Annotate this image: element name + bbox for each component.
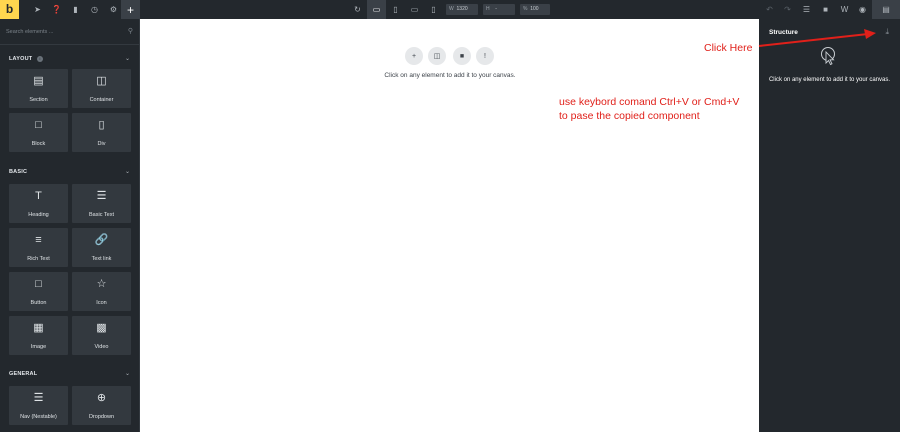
button-icon: □: [35, 278, 42, 290]
link-icon: 🔗: [94, 234, 109, 246]
undo-icon[interactable]: ↶: [760, 0, 779, 19]
canvas-hint: Click on any element to add it to your c…: [384, 72, 516, 79]
zoom-field[interactable]: % 100: [520, 4, 550, 15]
pages-icon[interactable]: ▮: [66, 0, 85, 19]
refresh-icon[interactable]: ↻: [348, 0, 367, 19]
height-value: -: [495, 6, 497, 12]
container-icon: ◫: [96, 75, 107, 87]
width-value: 1320: [456, 6, 468, 12]
mobile-landscape-icon[interactable]: ▭: [405, 0, 424, 19]
element-heading[interactable]: T Heading: [9, 184, 68, 223]
info-icon[interactable]: i: [37, 56, 43, 62]
redo-icon[interactable]: ↷: [778, 0, 797, 19]
element-text-link[interactable]: 🔗 Text link: [72, 228, 131, 267]
element-search: ⚲: [0, 19, 140, 45]
menu-icon[interactable]: ☰: [797, 0, 816, 19]
top-toolbar: b ➤ ❓ ▮ ◷ ⚙ + ↻ ▭ ▯ ▭ ▯ W 1320 H - % 100…: [0, 0, 900, 19]
div-icon: ▯: [98, 119, 105, 131]
mobile-portrait-icon[interactable]: ▯: [424, 0, 443, 19]
paste-instruction-annotation: use keybord comand Ctrl+V or Cmd+V to pa…: [559, 95, 759, 123]
builder-canvas[interactable]: + ◫ ■ ! Click on any element to add it t…: [141, 19, 759, 432]
cursor-click-icon: [821, 47, 835, 66]
section-general-header[interactable]: GENERAL ⌄: [0, 368, 140, 382]
element-dropdown[interactable]: ⊕ Dropdown: [72, 386, 131, 425]
element-label: Basic Text: [89, 212, 114, 218]
elements-sidebar: ⚲ LAYOUT i ⌄ ▤Section ◫Container □Block …: [0, 19, 140, 432]
element-image[interactable]: ▦ Image: [9, 316, 68, 355]
element-label: Image: [30, 344, 47, 350]
element-label: Text link: [91, 256, 112, 262]
section-layout-header[interactable]: LAYOUT i ⌄: [0, 53, 140, 67]
element-label: Icon: [96, 300, 107, 306]
annotation-line: to pase the copied component: [559, 110, 700, 122]
element-label: Block: [31, 141, 46, 147]
element-label: Heading: [28, 212, 49, 218]
element-nav-nestable[interactable]: ☰ Nav (Nestable): [9, 386, 68, 425]
element-label: Button: [30, 300, 47, 306]
annotation-line: use keybord comand Ctrl+V or Cmd+V: [559, 96, 740, 108]
section-title: BASIC: [9, 169, 28, 175]
search-input[interactable]: [6, 26, 121, 38]
zoom-label: %: [523, 6, 528, 12]
add-elements-icon[interactable]: +: [121, 0, 140, 19]
section-title: GENERAL: [9, 371, 38, 377]
element-label: Section: [29, 97, 48, 103]
paste-icon[interactable]: ■: [453, 47, 471, 65]
canvas-width-field[interactable]: W 1320: [446, 4, 478, 15]
rich-text-icon: ≡: [35, 234, 42, 246]
element-div[interactable]: ▯ Div: [72, 113, 131, 152]
pointer-icon[interactable]: ➤: [28, 0, 47, 19]
image-icon: ▦: [33, 322, 44, 334]
help-icon[interactable]: ❓: [47, 0, 66, 19]
element-block[interactable]: □ Block: [9, 113, 68, 152]
download-icon[interactable]: ⤓: [885, 27, 889, 37]
video-icon: ▩: [96, 322, 107, 334]
section-icon: ▤: [33, 75, 44, 87]
folder-icon[interactable]: ■: [816, 0, 835, 19]
wordpress-icon[interactable]: W: [835, 0, 854, 19]
element-label: Nav (Nestable): [20, 414, 57, 420]
element-section[interactable]: ▤ Section: [9, 69, 68, 108]
history-icon[interactable]: ◷: [85, 0, 104, 19]
section-title: LAYOUT: [9, 56, 33, 62]
click-here-annotation: Click Here: [704, 42, 753, 54]
section-basic-header[interactable]: BASIC ⌄: [0, 166, 140, 180]
element-icon[interactable]: ☆ Icon: [72, 272, 131, 311]
star-icon: ☆: [96, 278, 107, 290]
help-circle-icon[interactable]: !: [476, 47, 494, 65]
element-container[interactable]: ◫ Container: [72, 69, 131, 108]
heading-icon: T: [35, 190, 42, 202]
structure-hint: Click on any element to add it to your c…: [768, 77, 891, 83]
element-label: Container: [89, 97, 114, 103]
chevron-down-icon: ⌄: [124, 371, 130, 377]
structure-title: Structure: [769, 29, 798, 36]
block-icon: □: [35, 119, 42, 131]
brand-logo[interactable]: b: [0, 0, 19, 19]
basic-text-icon: ☰: [96, 190, 107, 202]
structure-panel: Structure ⤓ Click on any element to add …: [759, 19, 900, 432]
element-label: Dropdown: [88, 414, 115, 420]
element-button[interactable]: □ Button: [9, 272, 68, 311]
nav-menu-icon: ☰: [33, 392, 44, 404]
element-rich-text[interactable]: ≡ Rich Text: [9, 228, 68, 267]
zoom-value: 100: [530, 6, 539, 12]
element-label: Rich Text: [27, 256, 50, 262]
element-label: Video: [94, 344, 109, 350]
dropdown-icon: ⊕: [96, 392, 107, 404]
desktop-breakpoint-icon[interactable]: ▭: [367, 0, 386, 19]
add-section-icon[interactable]: +: [405, 47, 423, 65]
width-label: W: [449, 6, 454, 12]
chevron-down-icon: ⌄: [124, 56, 130, 62]
canvas-height-field[interactable]: H -: [483, 4, 515, 15]
tablet-portrait-icon[interactable]: ▯: [386, 0, 405, 19]
element-basic-text[interactable]: ☰ Basic Text: [72, 184, 131, 223]
height-label: H: [486, 6, 490, 12]
search-icon: ⚲: [127, 28, 133, 35]
chevron-down-icon: ⌄: [124, 169, 130, 175]
save-icon[interactable]: ▤: [872, 0, 900, 19]
element-video[interactable]: ▩ Video: [72, 316, 131, 355]
templates-icon[interactable]: ◫: [428, 47, 446, 65]
preview-eye-icon[interactable]: ◉: [853, 0, 872, 19]
element-label: Div: [97, 141, 106, 147]
